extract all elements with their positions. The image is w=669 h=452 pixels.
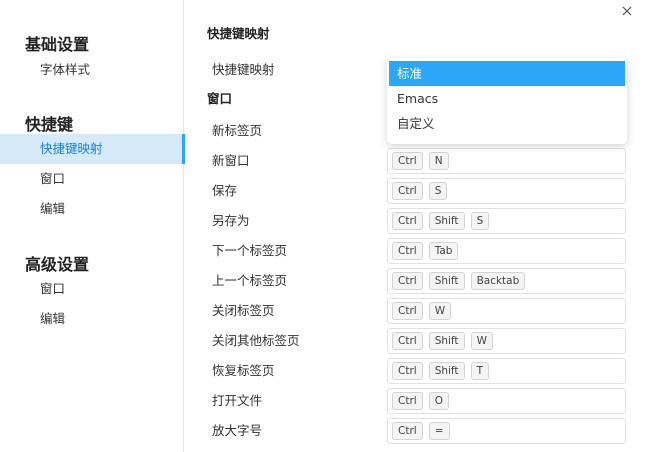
key-badge: S — [428, 182, 448, 200]
mapping-dropdown[interactable]: 标准 Emacs 自定义 — [387, 58, 627, 144]
main-content: 快捷键映射 快捷键映射 窗口 新标签页新窗口 Ctrl N 保存 Ctrl S 另存为 Ctr… — [185, 0, 669, 452]
sidebar-item-window[interactable]: 窗口 — [0, 164, 184, 194]
sidebar-item-edit[interactable]: 编辑 — [0, 194, 184, 224]
shortcut-row: 恢复标签页 Ctrl Shift T — [185, 356, 669, 386]
dropdown-option-emacs[interactable]: Emacs — [389, 86, 625, 111]
shortcut-label: 下一个标签页 — [212, 243, 288, 258]
key-badge: T — [470, 362, 489, 380]
page-title: 快捷键映射 — [207, 26, 270, 41]
shortcut-input[interactable]: Ctrl W — [387, 298, 626, 324]
shortcut-label: 关闭其他标签页 — [212, 333, 300, 348]
shortcut-label: 新标签页 — [212, 123, 263, 138]
shortcut-row: 另存为 Ctrl Shift S — [185, 206, 669, 236]
key-badge: S — [470, 212, 490, 230]
key-badge: Ctrl — [392, 212, 423, 230]
shortcut-label: 保存 — [212, 183, 238, 198]
key-badge: Ctrl — [392, 332, 423, 350]
sidebar-item-advanced-window[interactable]: 窗口 — [0, 274, 184, 304]
key-badge: N — [428, 152, 449, 170]
key-badge: Ctrl — [392, 242, 423, 260]
sidebar: 基础设置 字体样式 快捷键 快捷键映射 窗口 编辑 高级设置 窗口 编辑 — [0, 0, 185, 452]
shortcut-label: 放大字号 — [212, 423, 263, 438]
shortcut-input[interactable]: Ctrl Shift Backtab — [387, 268, 626, 294]
shortcut-row: 打开文件 Ctrl O — [185, 386, 669, 416]
shortcut-input[interactable]: Ctrl S — [387, 178, 626, 204]
settings-window: 基础设置 字体样式 快捷键 快捷键映射 窗口 编辑 高级设置 窗口 编辑 快捷键… — [0, 0, 669, 452]
shortcut-row: 放大字号 Ctrl = — [185, 416, 669, 446]
sidebar-section-basic: 基础设置 — [25, 35, 90, 54]
key-badge: Shift — [428, 332, 465, 350]
shortcut-row: 保存 Ctrl S — [185, 176, 669, 206]
dropdown-option-custom[interactable]: 自定义 — [389, 111, 625, 136]
shortcut-label: 另存为 — [212, 213, 250, 228]
key-badge: Ctrl — [392, 272, 423, 290]
shortcut-row: 新窗口 Ctrl N — [185, 146, 669, 176]
shortcut-mapping-label: 快捷键映射 — [212, 62, 275, 77]
shortcut-label: 新窗口 — [212, 153, 250, 168]
key-badge: Ctrl — [392, 302, 423, 320]
key-badge: Tab — [428, 242, 459, 260]
key-badge: W — [428, 302, 452, 320]
shortcut-input[interactable]: Ctrl N — [387, 148, 626, 174]
key-badge: O — [428, 392, 449, 410]
shortcut-label: 关闭标签页 — [212, 303, 275, 318]
sidebar-section-shortcuts: 快捷键 — [25, 115, 74, 134]
dropdown-option-standard[interactable]: 标准 — [389, 61, 625, 86]
key-badge: Shift — [428, 362, 465, 380]
key-badge: W — [470, 332, 493, 350]
shortcut-row: 上一个标签页 Ctrl Shift Backtab — [185, 266, 669, 296]
shortcut-input[interactable]: Ctrl O — [387, 388, 626, 414]
key-badge: Shift — [428, 272, 465, 290]
sidebar-section-advanced: 高级设置 — [25, 255, 90, 274]
sidebar-item-advanced-edit[interactable]: 编辑 — [0, 304, 184, 334]
shortcut-input[interactable]: Ctrl Tab — [387, 238, 626, 264]
shortcut-input[interactable]: Ctrl = — [387, 418, 626, 444]
shortcut-input[interactable]: Ctrl Shift T — [387, 358, 626, 384]
key-badge: Ctrl — [392, 392, 423, 410]
shortcut-input[interactable]: Ctrl Shift W — [387, 328, 626, 354]
sidebar-item-font-style[interactable]: 字体样式 — [0, 55, 184, 85]
window-group-title: 窗口 — [207, 91, 233, 106]
shortcut-row: 关闭标签页 Ctrl W — [185, 296, 669, 326]
key-badge: Ctrl — [392, 182, 423, 200]
sidebar-item-shortcut-mapping[interactable]: 快捷键映射 — [0, 134, 185, 164]
shortcut-label: 恢复标签页 — [212, 363, 275, 378]
shortcut-label: 上一个标签页 — [212, 273, 288, 288]
shortcut-input[interactable]: Ctrl Shift S — [387, 208, 626, 234]
key-badge: Shift — [428, 212, 465, 230]
key-badge: Ctrl — [392, 422, 423, 440]
key-badge: Ctrl — [392, 152, 423, 170]
key-badge: = — [428, 422, 450, 440]
key-badge: Ctrl — [392, 362, 423, 380]
shortcut-row: 下一个标签页 Ctrl Tab — [185, 236, 669, 266]
shortcut-label: 打开文件 — [212, 393, 263, 408]
shortcut-row: 关闭其他标签页 Ctrl Shift W — [185, 326, 669, 356]
key-badge: Backtab — [470, 272, 526, 290]
